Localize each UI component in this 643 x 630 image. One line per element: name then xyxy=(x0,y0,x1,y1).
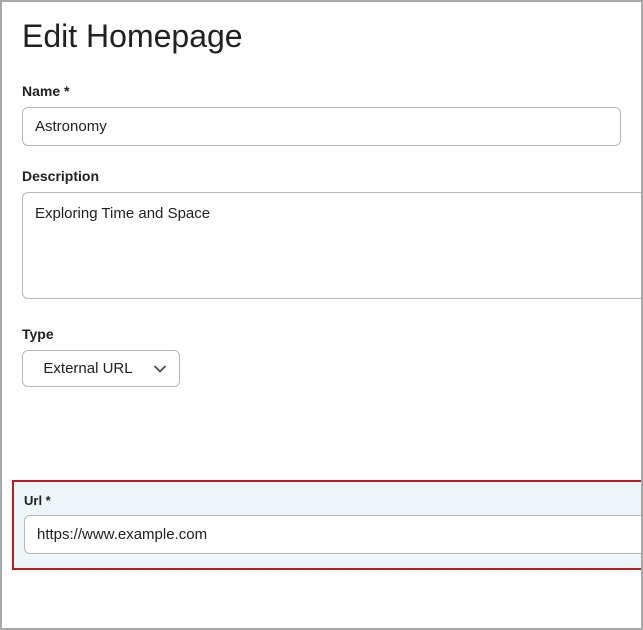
description-field-group: Description xyxy=(22,168,621,304)
name-label: Name * xyxy=(22,83,621,99)
description-label: Description xyxy=(22,168,621,184)
url-highlight-box: Url * xyxy=(12,480,641,570)
edit-homepage-window: Edit Homepage Name * Description Type Ex… xyxy=(0,0,643,630)
type-select[interactable]: External URL xyxy=(22,350,180,387)
name-input[interactable] xyxy=(22,107,621,146)
type-field-group: Type External URL xyxy=(22,326,621,387)
name-field-group: Name * xyxy=(22,83,621,146)
description-input[interactable] xyxy=(22,192,643,299)
page-title: Edit Homepage xyxy=(22,18,621,55)
type-select-wrapper: External URL xyxy=(22,350,180,387)
type-label: Type xyxy=(22,326,621,342)
url-input[interactable] xyxy=(24,515,641,554)
url-label: Url * xyxy=(24,493,641,508)
content-area: Edit Homepage Name * Description Type Ex… xyxy=(2,2,641,387)
